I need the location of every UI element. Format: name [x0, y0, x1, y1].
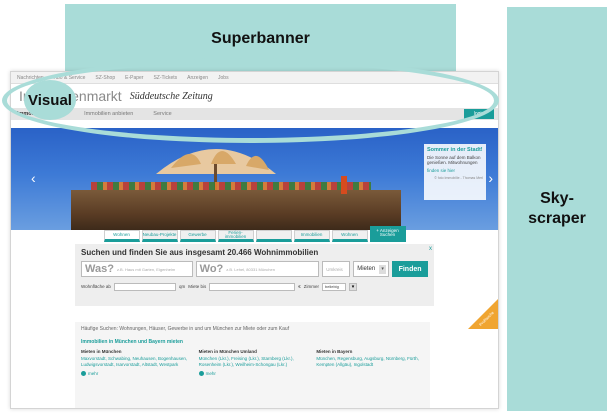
- plus-icon: [198, 371, 204, 376]
- promo-credit: © foto Immobilie - Thomas Merl: [434, 176, 483, 180]
- search-ads-button[interactable]: + Anzeigen Suchen: [369, 226, 406, 242]
- popular-searches: Häufige Suchen: Wohnungen, Häuser, Gewer…: [75, 322, 430, 408]
- tab-category[interactable]: Immobilien: [293, 230, 330, 242]
- hero-visual: Sommer in der Stadt! Die Sonne auf dem B…: [11, 128, 498, 230]
- category-tabs: Wohnen Neubau-Projekte Gewerbe Ferien-im…: [11, 226, 498, 242]
- hero-promo-box[interactable]: Sommer in der Stadt! Die Sonne auf dem B…: [424, 144, 486, 200]
- where-placeholder: z.B. Lehel, 80331 München: [226, 266, 275, 272]
- tab-category[interactable]: Gewerbe: [179, 230, 216, 242]
- chevron-right-icon[interactable]: ›: [488, 170, 493, 186]
- tab-category[interactable]: Wohnen: [103, 230, 140, 242]
- popular-section-title[interactable]: Immobilien in München und Bayern mieten: [81, 339, 424, 345]
- rooms-label: Zimmer: [303, 284, 319, 289]
- popular-column: Mieten in Bayern München, Regensburg, Au…: [316, 349, 424, 376]
- search-panel: Suchen und finden Sie aus insgesamt 20.4…: [75, 244, 434, 306]
- mode-select[interactable]: Mieten ▾: [353, 261, 390, 277]
- tab-category[interactable]: Wohnen: [331, 230, 368, 242]
- rooms-value: beliebig: [325, 284, 339, 289]
- popular-column: Mieten in München Umland München (Lkr.),…: [198, 349, 307, 376]
- what-label: Was?: [85, 263, 114, 275]
- more-link[interactable]: mehr: [81, 371, 189, 376]
- rooms-select[interactable]: beliebig: [322, 282, 346, 291]
- balcony-railing: [71, 190, 401, 230]
- rent-label: Miete bis: [188, 284, 207, 289]
- visual-label: Visual: [28, 91, 72, 109]
- where-label: Wo?: [199, 263, 224, 275]
- column-title: Mieten in München Umland: [198, 349, 257, 354]
- popular-intro: Häufige Suchen: Wohnungen, Häuser, Gewer…: [81, 326, 290, 332]
- tab-category[interactable]: [255, 230, 292, 242]
- close-icon[interactable]: x: [429, 246, 432, 252]
- radius-select[interactable]: Umkreis: [322, 261, 351, 277]
- chevron-left-icon[interactable]: ‹: [31, 170, 36, 186]
- find-button[interactable]: Finden: [392, 261, 428, 277]
- area-label: Wohnfläche ab: [81, 284, 111, 289]
- skyscraper-ad-slot: Sky- scraper: [507, 7, 607, 411]
- ad-layout-diagram: Superbanner Sky- scraper Nachrichten Abo…: [0, 0, 608, 413]
- rent-unit: €: [298, 284, 301, 289]
- what-input[interactable]: Was? z.B. Haus mit Garten, Eigenheim: [81, 261, 193, 277]
- superbanner-label: Superbanner: [211, 29, 310, 47]
- column-title: Mieten in Bayern: [316, 349, 353, 354]
- column-links[interactable]: München (Lkr.), Freising (Lkr.), Starnbe…: [199, 356, 307, 367]
- area-input[interactable]: [113, 282, 176, 291]
- tab-category[interactable]: Ferien-immobilien: [217, 230, 254, 242]
- skyscraper-label: Sky- scraper: [528, 190, 586, 227]
- visual-ad-slot-outline: [2, 58, 499, 143]
- where-input[interactable]: Wo? z.B. Lehel, 80331 München: [195, 261, 320, 277]
- tab-category[interactable]: Neubau-Projekte: [141, 230, 178, 242]
- column-links[interactable]: Maxvorstadt, Schwabing, Neuhausen, Bogen…: [81, 356, 189, 367]
- radius-value: Umkreis: [326, 266, 343, 272]
- search-headline: Suchen und finden Sie aus insgesamt 20.4…: [81, 248, 319, 257]
- promo-title: Sommer in der Stadt!: [427, 147, 483, 153]
- column-title: Mieten in München: [81, 349, 122, 354]
- more-label: mehr: [88, 371, 99, 376]
- flag-image: [341, 176, 347, 194]
- promo-link[interactable]: finden sie hier: [427, 168, 483, 173]
- more-link[interactable]: mehr: [198, 371, 307, 376]
- column-links[interactable]: München, Regensburg, Augsburg, Nürnberg,…: [316, 356, 424, 367]
- mode-value: Mieten: [357, 266, 376, 272]
- popular-column: Mieten in München Maxvorstadt, Schwabing…: [81, 349, 189, 376]
- promo-text: Die Sonne auf dem Balkon genießen. Mitwo…: [427, 155, 481, 165]
- chevron-down-icon[interactable]: ▾: [349, 282, 357, 291]
- what-placeholder: z.B. Haus mit Garten, Eigenheim: [116, 266, 176, 272]
- visual-ad-slot: Visual: [24, 80, 76, 120]
- rent-input[interactable]: [209, 282, 296, 291]
- area-unit: qm: [178, 284, 186, 289]
- more-label: mehr: [205, 371, 216, 376]
- chevron-down-icon: ▾: [379, 265, 387, 274]
- plus-icon: [81, 371, 86, 376]
